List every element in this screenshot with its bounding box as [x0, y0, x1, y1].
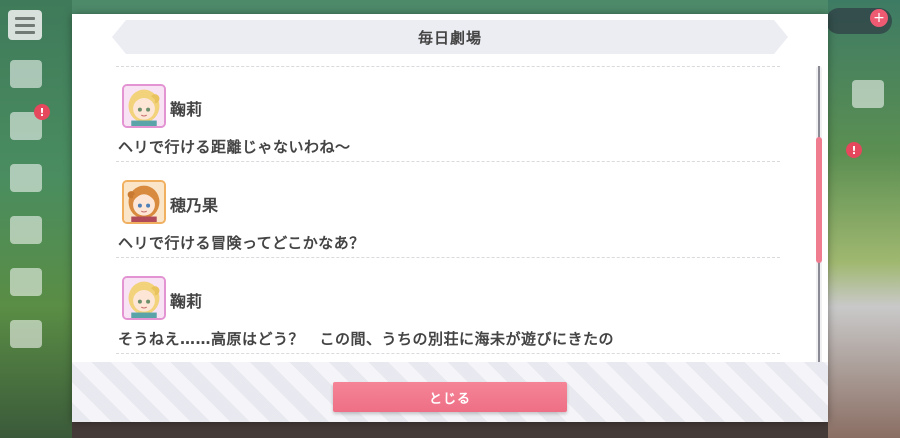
add-currency-icon[interactable]: + — [870, 9, 888, 27]
background-bottom-band — [72, 422, 828, 438]
side-menu-tile[interactable] — [10, 164, 42, 192]
mari-portrait-icon — [122, 276, 166, 320]
side-menu-tile[interactable] — [10, 216, 42, 244]
background-top-band — [72, 0, 828, 14]
dialogue-entry: 穂乃果 ヘリで行ける冒険ってどこかなあ？ — [116, 162, 780, 258]
honoka-portrait-icon — [122, 180, 166, 224]
dialogue-log[interactable]: 鞠莉 ヘリで行ける距離じゃないわね～ 穂乃果 ヘリで行ける冒険ってどこかなあ？ — [116, 66, 780, 366]
mari-portrait-icon — [122, 84, 166, 128]
scrollbar-thumb[interactable] — [816, 137, 822, 263]
hamburger-menu-icon[interactable] — [8, 10, 42, 40]
dialogue-entry: 鞠莉 ヘリで行ける距離じゃないわね～ — [116, 66, 780, 162]
side-menu-tile[interactable] — [10, 268, 42, 296]
speaker-name: 鞠莉 — [170, 292, 203, 311]
dialog-title: 毎日劇場 — [417, 28, 482, 47]
scrollbar[interactable] — [816, 66, 822, 378]
notification-badge: ! — [846, 142, 862, 158]
dialogue-text: そうねえ……高原はどう？ この間、うちの別荘に海未が遊びにきたの — [118, 330, 615, 348]
side-menu-tile[interactable] — [10, 320, 42, 348]
dialogue-text: ヘリで行ける冒険ってどこかなあ？ — [118, 234, 365, 252]
notification-badge: ! — [34, 104, 50, 120]
dialog-title-bar: 毎日劇場 — [112, 20, 788, 54]
speaker-name: 鞠莉 — [170, 100, 203, 119]
dialogue-text: ヘリで行ける距離じゃないわね～ — [118, 138, 351, 156]
daily-theater-dialog: 毎日劇場 鞠莉 ヘリで行ける距離じゃないわね～ 穂乃果 ヘリで行ける冒険ってどこ… — [72, 14, 828, 422]
side-menu-tile[interactable] — [10, 60, 42, 88]
close-button[interactable]: とじる — [333, 382, 567, 412]
background-right-panel — [828, 0, 900, 438]
speaker-name: 穂乃果 — [170, 196, 219, 215]
dialogue-entry: 鞠莉 そうねえ……高原はどう？ この間、うちの別荘に海未が遊びにきたの — [116, 258, 780, 354]
side-menu-tile[interactable] — [852, 80, 884, 108]
